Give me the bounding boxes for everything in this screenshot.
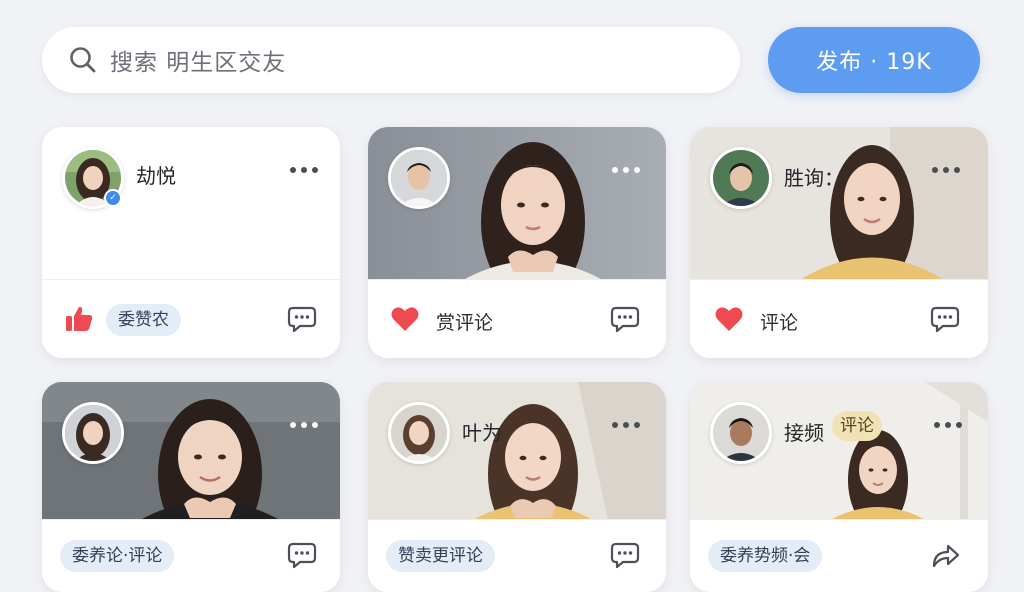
reaction-label: 赏评论 (436, 312, 494, 334)
share-icon[interactable] (930, 540, 960, 570)
status-badge: 评论 (832, 411, 882, 441)
comment-icon[interactable] (610, 540, 640, 570)
reaction-label: 委养论·评论 (60, 540, 175, 572)
card-footer: 委养势频·会 (690, 519, 988, 592)
post-card[interactable]: 赏评论 (368, 127, 666, 358)
comment-icon[interactable] (287, 304, 317, 334)
avatar[interactable] (388, 402, 450, 464)
post-card[interactable]: 接频 评论 委养势频·会 (690, 382, 988, 592)
publish-button[interactable]: 发布 · 19K (768, 27, 980, 93)
avatar[interactable] (388, 147, 450, 209)
more-options-icon[interactable] (612, 420, 640, 430)
avatar[interactable] (710, 402, 772, 464)
card-footer: 评论 (690, 279, 988, 358)
reaction-label: 委赞农 (106, 304, 181, 336)
search-icon (70, 47, 96, 73)
avatar[interactable] (62, 402, 124, 464)
post-card[interactable]: ✓ 劫悦 委赞农 (42, 127, 340, 358)
heart-icon[interactable] (714, 304, 744, 334)
search-bar[interactable]: 搜索 明生区交友 (42, 27, 740, 93)
reaction-label: 评论 (760, 312, 799, 334)
more-options-icon[interactable] (934, 420, 962, 430)
card-author-name: 接频 (784, 421, 824, 445)
reaction-label: 委养势频·会 (708, 540, 823, 572)
post-card[interactable]: 叶为 赞卖更评论 (368, 382, 666, 592)
heart-icon[interactable] (390, 304, 420, 334)
card-author-name: 叶为 (462, 421, 502, 445)
more-options-icon[interactable] (290, 420, 318, 430)
post-card[interactable]: 委养论·评论 (42, 382, 340, 592)
comment-icon[interactable] (610, 304, 640, 334)
reaction-label: 赞卖更评论 (386, 540, 495, 572)
comment-icon[interactable] (930, 304, 960, 334)
more-options-icon[interactable] (290, 165, 318, 175)
comment-icon[interactable] (287, 540, 317, 570)
avatar[interactable] (710, 147, 772, 209)
card-footer: 赏评论 (368, 279, 666, 358)
card-author-name: 胜询： (784, 166, 844, 190)
post-card[interactable]: 胜询： 评论 (690, 127, 988, 358)
more-options-icon[interactable] (612, 165, 640, 175)
card-footer: 委赞农 (42, 279, 340, 358)
card-author-name: 劫悦 (136, 164, 176, 188)
card-footer: 委养论·评论 (42, 519, 340, 592)
card-footer: 赞卖更评论 (368, 519, 666, 592)
search-input[interactable]: 搜索 明生区交友 (110, 43, 286, 77)
thumbs-up-icon[interactable] (64, 304, 94, 334)
more-options-icon[interactable] (932, 165, 960, 175)
verified-badge-icon: ✓ (104, 189, 122, 207)
